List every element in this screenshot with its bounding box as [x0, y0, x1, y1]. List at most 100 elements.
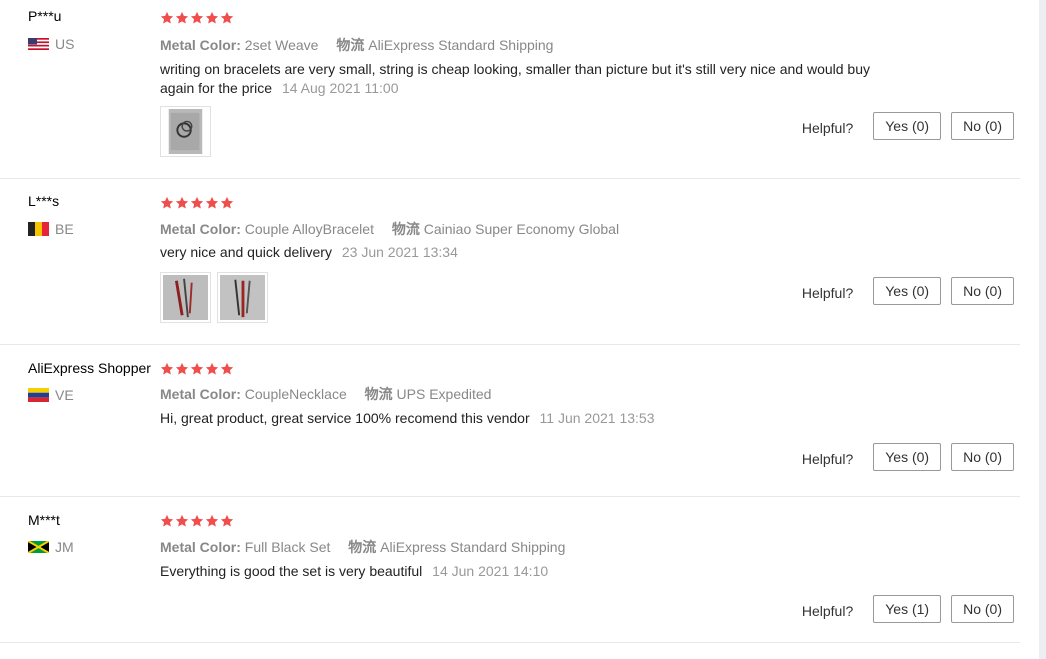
review-text: very nice and quick delivery 23 Jun 2021…	[160, 243, 900, 262]
reviewer-name: L***s	[28, 193, 60, 209]
ve-flag-icon	[28, 388, 49, 402]
reviewer-country: VE	[28, 387, 74, 403]
helpful-vote: Helpful? Yes (0) No (0)	[802, 112, 1014, 140]
star-icon	[190, 11, 204, 25]
star-icon	[205, 11, 219, 25]
star-rating	[160, 514, 234, 528]
review-photos	[160, 272, 268, 323]
shipping-label: 物流	[391, 221, 420, 237]
helpful-yes-button[interactable]: Yes (0)	[873, 277, 942, 305]
review-date: 23 Jun 2021 13:34	[341, 244, 458, 260]
star-icon	[175, 362, 189, 376]
star-rating	[160, 362, 234, 376]
star-icon	[220, 362, 234, 376]
star-icon	[175, 11, 189, 25]
star-icon	[220, 514, 234, 528]
star-icon	[205, 196, 219, 210]
star-icon	[220, 196, 234, 210]
star-icon	[175, 514, 189, 528]
review-photo-thumbnail[interactable]	[160, 106, 211, 157]
helpful-yes-button[interactable]: Yes (0)	[873, 443, 942, 471]
review-attributes: Metal Color: Couple AlloyBracelet 物流 Cai…	[160, 219, 619, 239]
country-code: JM	[55, 539, 74, 555]
reviewer-country: JM	[28, 539, 74, 555]
be-flag-icon	[28, 222, 49, 236]
star-icon	[205, 362, 219, 376]
review-body: Everything is good the set is very beaut…	[160, 563, 423, 579]
star-icon	[160, 196, 174, 210]
scrollbar-track[interactable]	[1039, 0, 1046, 659]
helpful-no-button[interactable]: No (0)	[951, 595, 1014, 623]
star-icon	[190, 196, 204, 210]
shipping-value: AliExpress Standard Shipping	[380, 539, 566, 555]
reviewer-country: US	[28, 36, 74, 52]
metal-color-label: Metal Color:	[160, 386, 241, 402]
helpful-label: Helpful?	[801, 120, 854, 136]
helpful-yes-button[interactable]: Yes (1)	[873, 595, 942, 623]
review-item: P***u US Metal Color: 2set Weave 物流 AliE…	[0, 0, 1020, 179]
bracelet-photo-icon	[168, 109, 203, 154]
helpful-no-button[interactable]: No (0)	[951, 112, 1014, 140]
helpful-label: Helpful?	[801, 603, 854, 619]
bracelet-photo-icon	[220, 275, 265, 320]
shipping-label: 物流	[336, 37, 365, 53]
review-text: writing on bracelets are very small, str…	[160, 60, 900, 98]
helpful-label: Helpful?	[801, 451, 854, 467]
shipping-value: AliExpress Standard Shipping	[368, 37, 554, 53]
review-body: very nice and quick delivery	[160, 244, 332, 260]
review-photos	[160, 106, 211, 157]
star-icon	[160, 11, 174, 25]
star-icon	[220, 11, 234, 25]
metal-color-label: Metal Color:	[160, 221, 241, 237]
helpful-yes-button[interactable]: Yes (0)	[873, 112, 942, 140]
shipping-label: 物流	[364, 386, 393, 402]
review-attributes: Metal Color: CoupleNecklace 物流 UPS Exped…	[160, 384, 491, 404]
country-code: US	[55, 36, 75, 52]
shipping-value: UPS Expedited	[396, 386, 492, 402]
review-text: Hi, great product, great service 100% re…	[160, 409, 900, 428]
review-body: Hi, great product, great service 100% re…	[160, 410, 530, 426]
review-item: AliExpress Shopper VE Metal Color: Coupl…	[0, 345, 1020, 497]
star-icon	[160, 362, 174, 376]
review-text: Everything is good the set is very beaut…	[160, 562, 900, 581]
us-flag-icon	[28, 38, 49, 50]
review-item: M***t JM Metal Color: Full Black Set 物流 …	[0, 497, 1020, 643]
metal-color-label: Metal Color:	[160, 37, 241, 53]
helpful-vote: Helpful? Yes (0) No (0)	[802, 277, 1014, 305]
review-photo-thumbnail[interactable]	[160, 272, 211, 323]
metal-color-value: Full Black Set	[244, 539, 331, 555]
metal-color-value: Couple AlloyBracelet	[244, 221, 374, 237]
reviewer-name: M***t	[28, 512, 60, 528]
helpful-no-button[interactable]: No (0)	[951, 443, 1014, 471]
reviewer-name: AliExpress Shopper	[28, 360, 151, 376]
star-rating	[160, 196, 234, 210]
shipping-label: 物流	[348, 539, 377, 555]
review-attributes: Metal Color: Full Black Set 物流 AliExpres…	[160, 537, 565, 557]
review-item: L***s BE Metal Color: Couple AlloyBracel…	[0, 179, 1020, 345]
metal-color-value: CoupleNecklace	[244, 386, 347, 402]
star-rating	[160, 11, 234, 25]
metal-color-value: 2set Weave	[244, 37, 319, 53]
review-date: 11 Jun 2021 13:53	[539, 410, 655, 426]
star-icon	[190, 514, 204, 528]
bracelet-photo-icon	[163, 275, 208, 320]
review-photo-thumbnail[interactable]	[217, 272, 268, 323]
reviewer-name: P***u	[28, 8, 62, 24]
helpful-vote: Helpful? Yes (0) No (0)	[802, 443, 1014, 471]
country-code: BE	[55, 221, 74, 237]
country-code: VE	[55, 387, 74, 403]
review-attributes: Metal Color: 2set Weave 物流 AliExpress St…	[160, 35, 553, 55]
helpful-label: Helpful?	[801, 285, 854, 301]
reviewer-country: BE	[28, 221, 74, 237]
star-icon	[205, 514, 219, 528]
review-body: writing on bracelets are very small, str…	[160, 61, 870, 96]
jm-flag-icon	[28, 541, 49, 553]
helpful-vote: Helpful? Yes (1) No (0)	[802, 595, 1014, 623]
review-date: 14 Jun 2021 14:10	[432, 563, 549, 579]
star-icon	[160, 514, 174, 528]
shipping-value: Cainiao Super Economy Global	[423, 221, 620, 237]
review-date: 14 Aug 2021 11:00	[281, 80, 399, 96]
helpful-no-button[interactable]: No (0)	[951, 277, 1014, 305]
star-icon	[190, 362, 204, 376]
metal-color-label: Metal Color:	[160, 539, 241, 555]
